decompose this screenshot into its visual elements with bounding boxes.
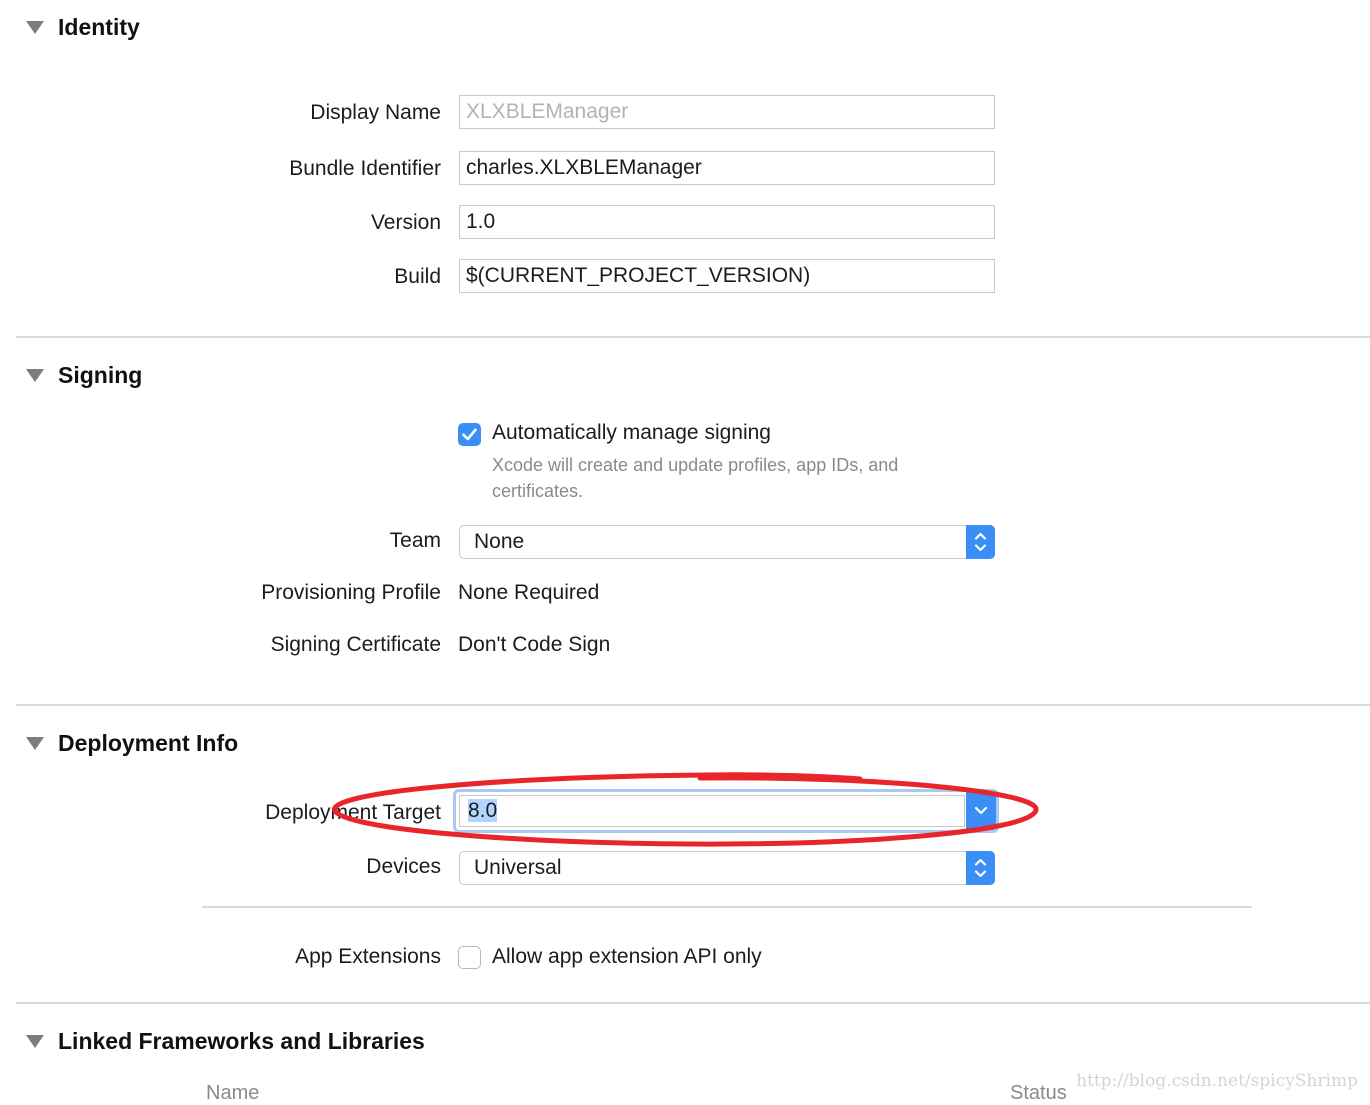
deployment-target-combobox[interactable]: 8.0	[453, 789, 999, 833]
chevron-down-icon	[974, 806, 988, 815]
section-divider	[16, 1002, 1370, 1004]
disclosure-triangle-identity-icon[interactable]	[26, 21, 44, 34]
disclosure-triangle-frameworks-icon[interactable]	[26, 1035, 44, 1048]
section-title-frameworks: Linked Frameworks and Libraries	[58, 1028, 425, 1054]
display-name-label: Display Name	[310, 101, 441, 124]
section-divider	[16, 336, 1370, 338]
deployment-target-dropdown-button[interactable]	[966, 792, 996, 830]
section-title-deployment: Deployment Info	[58, 730, 239, 756]
section-title-signing: Signing	[58, 362, 143, 388]
signing-certificate-label: Signing Certificate	[270, 633, 441, 656]
devices-popup[interactable]: Universal	[459, 851, 995, 885]
app-extension-api-checkbox[interactable]	[458, 946, 481, 969]
deployment-target-input[interactable]: 8.0	[459, 795, 965, 827]
build-field[interactable]: $(CURRENT_PROJECT_VERSION)	[459, 259, 995, 293]
team-popup-value: None	[474, 530, 525, 553]
subsection-divider	[202, 906, 1252, 908]
checkmark-icon	[462, 428, 477, 441]
provisioning-profile-label: Provisioning Profile	[261, 581, 441, 604]
devices-popup-value: Universal	[474, 856, 562, 879]
deployment-target-value: 8.0	[468, 799, 498, 822]
app-extension-api-label[interactable]: Allow app extension API only	[492, 945, 762, 969]
team-popup[interactable]: None	[459, 525, 995, 559]
devices-label: Devices	[366, 855, 441, 878]
signing-certificate-value: Don't Code Sign	[458, 633, 611, 656]
auto-manage-signing-help: Xcode will create and update profiles, a…	[492, 455, 899, 501]
section-divider	[16, 704, 1370, 706]
popup-stepper-icon	[966, 525, 995, 559]
deployment-target-label: Deployment Target	[265, 801, 441, 824]
app-extensions-label: App Extensions	[295, 945, 441, 968]
version-field[interactable]: 1.0	[459, 205, 995, 239]
disclosure-triangle-deployment-icon[interactable]	[26, 737, 44, 750]
disclosure-triangle-signing-icon[interactable]	[26, 369, 44, 382]
section-title-identity: Identity	[58, 14, 140, 40]
provisioning-profile-value: None Required	[458, 581, 600, 604]
bundle-identifier-label: Bundle Identifier	[289, 157, 441, 180]
auto-manage-signing-label[interactable]: Automatically manage signing	[492, 421, 771, 445]
watermark-text: http://blog.csdn.net/spicyShrimp	[1076, 1071, 1358, 1091]
version-label: Version	[370, 211, 441, 234]
popup-stepper-icon	[966, 851, 995, 885]
build-label: Build	[394, 265, 441, 288]
display-name-field: XLXBLEManager	[459, 95, 995, 129]
team-label: Team	[389, 529, 441, 552]
auto-manage-signing-checkbox[interactable]	[458, 423, 481, 446]
bundle-identifier-field[interactable]: charles.XLXBLEManager	[459, 151, 995, 185]
